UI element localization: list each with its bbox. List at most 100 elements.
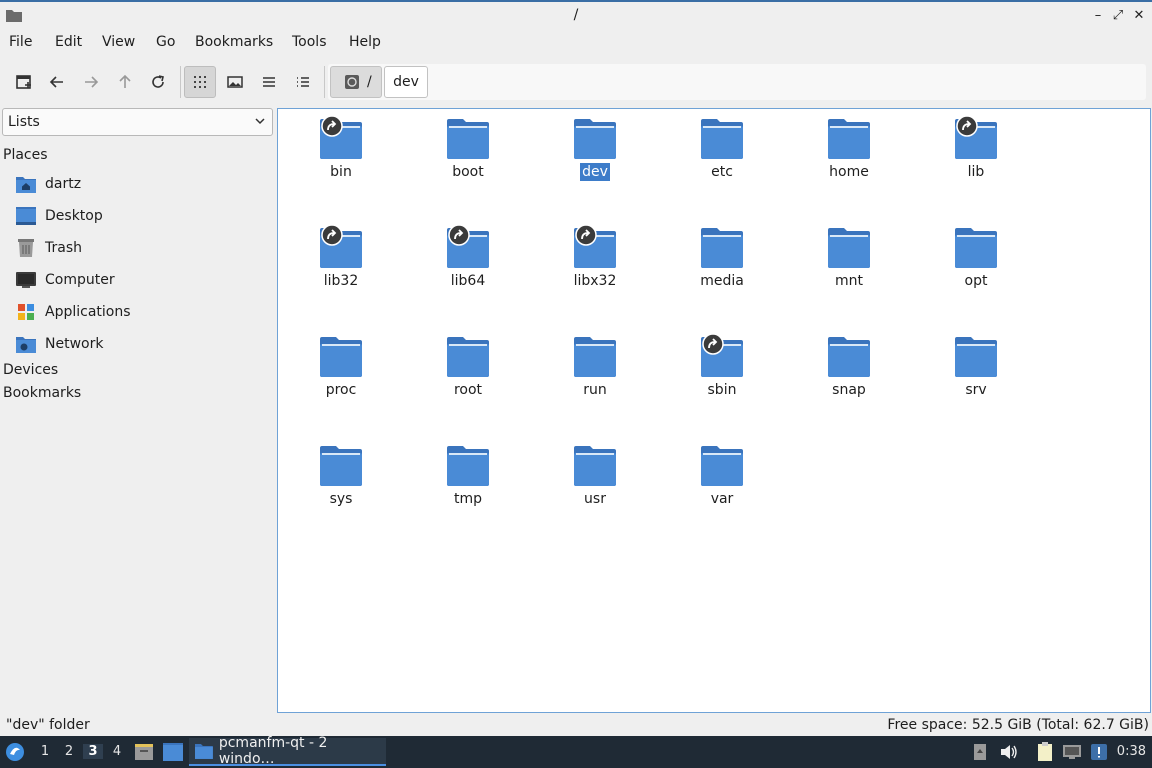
bookmarks-header[interactable]: Bookmarks [3, 385, 81, 401]
clipboard-icon[interactable] [1035, 742, 1055, 762]
folder-icon [701, 119, 743, 159]
folder-icon [828, 119, 870, 159]
folder-name: home [789, 164, 909, 180]
forward-icon[interactable] [75, 66, 107, 98]
folder-name: sys [281, 491, 401, 507]
folder-item[interactable]: lib [916, 111, 1036, 211]
reload-icon[interactable] [142, 66, 174, 98]
folder-name-text: sbin [707, 382, 737, 398]
folder-item[interactable]: etc [662, 111, 782, 211]
thumbnail-view-icon[interactable] [219, 66, 251, 98]
folder-item[interactable]: usr [535, 438, 655, 538]
folder-name-text: tmp [453, 491, 482, 507]
path-root-label: / [367, 74, 372, 90]
folder-item[interactable]: libx32 [535, 220, 655, 320]
folder-icon [828, 337, 870, 377]
side-panel-mode-select[interactable]: Lists [2, 108, 273, 136]
sidebar-item-trash[interactable]: Trash [16, 235, 266, 261]
sidebar-item-label: dartz [45, 176, 82, 192]
menu-file[interactable]: File [9, 34, 32, 50]
menu-edit[interactable]: Edit [55, 34, 82, 50]
desktop-icon [16, 206, 36, 226]
folder-icon [574, 337, 616, 377]
status-bar: "dev" folder Free space: 52.5 GiB (Total… [0, 714, 1152, 736]
folder-item[interactable]: srv [916, 329, 1036, 429]
folder-icon [574, 119, 616, 159]
menu-go[interactable]: Go [156, 34, 175, 50]
folder-name: srv [916, 382, 1036, 398]
folder-name-text: lib32 [323, 273, 359, 289]
minimize-icon[interactable]: – [1090, 8, 1106, 24]
compact-view-icon[interactable] [253, 66, 285, 98]
show-desktop-icon[interactable] [163, 743, 183, 761]
title-bar[interactable]: / – ⤢ ✕ [0, 0, 1152, 30]
detailed-list-icon[interactable] [287, 66, 319, 98]
folder-item[interactable]: dev [535, 111, 655, 211]
desktop-switch-3[interactable]: 3 [83, 744, 103, 759]
desktop-switch-1[interactable]: 1 [35, 744, 55, 759]
symlink-icon [448, 224, 470, 246]
folder-item[interactable]: proc [281, 329, 401, 429]
folder-name-text: libx32 [573, 273, 617, 289]
places-header[interactable]: Places [3, 147, 48, 163]
folder-name: lib64 [408, 273, 528, 289]
file-icon-view[interactable]: bin boot dev etc home lib lib32 lib64 libx32 medi… [277, 108, 1151, 713]
menu-bookmarks[interactable]: Bookmarks [195, 34, 273, 50]
path-root-button[interactable]: / [330, 66, 382, 98]
folder-item[interactable]: tmp [408, 438, 528, 538]
symlink-icon [321, 224, 343, 246]
folder-item[interactable]: opt [916, 220, 1036, 320]
sidebar-item-label: Desktop [45, 208, 103, 224]
sidebar-item-network[interactable]: Network [16, 331, 266, 357]
up-icon[interactable] [109, 66, 141, 98]
folder-item[interactable]: root [408, 329, 528, 429]
sidebar-item-label: Computer [45, 272, 115, 288]
folder-item[interactable]: lib32 [281, 220, 401, 320]
new-tab-icon[interactable] [8, 66, 40, 98]
folder-item[interactable]: boot [408, 111, 528, 211]
drive-eject-icon[interactable] [970, 742, 990, 762]
folder-item[interactable]: bin [281, 111, 401, 211]
folder-name-text: srv [965, 382, 987, 398]
start-menu-icon[interactable] [5, 742, 25, 762]
folder-item[interactable]: run [535, 329, 655, 429]
path-bar: / dev [328, 64, 1146, 100]
path-current-label: dev [393, 74, 419, 90]
folder-name-text: bin [330, 164, 352, 180]
path-current-button[interactable]: dev [384, 66, 428, 98]
folder-item[interactable]: snap [789, 329, 909, 429]
file-manager-launcher-icon[interactable] [134, 742, 154, 762]
folder-name: etc [662, 164, 782, 180]
notification-icon[interactable] [1089, 742, 1109, 762]
folder-item[interactable]: home [789, 111, 909, 211]
volume-icon[interactable] [999, 742, 1019, 762]
network-status-icon[interactable] [1062, 742, 1082, 762]
desktop-switch-2[interactable]: 2 [59, 744, 79, 759]
close-icon[interactable]: ✕ [1131, 8, 1147, 24]
sidebar-item-applications[interactable]: Applications [16, 299, 266, 325]
folder-name-text: opt [964, 273, 988, 289]
task-pcmanfm-button[interactable]: pcmanfm-qt - 2 windo… [189, 735, 386, 767]
folder-item[interactable]: mnt [789, 220, 909, 320]
back-icon[interactable] [41, 66, 73, 98]
menu-view[interactable]: View [102, 34, 135, 50]
maximize-icon[interactable]: ⤢ [1110, 8, 1126, 24]
folder-item[interactable]: media [662, 220, 782, 320]
symlink-icon [702, 333, 724, 355]
sidebar-item-computer[interactable]: Computer [16, 267, 266, 293]
icon-view-icon[interactable] [184, 66, 216, 98]
folder-name-text: boot [452, 164, 484, 180]
menu-help[interactable]: Help [349, 34, 381, 50]
folder-item[interactable]: sys [281, 438, 401, 538]
folder-item[interactable]: sbin [662, 329, 782, 429]
menu-tools[interactable]: Tools [292, 34, 327, 50]
sidebar-item-desktop[interactable]: Desktop [16, 203, 266, 229]
menu-bar: File Edit View Go Bookmarks Tools Help [0, 30, 1152, 56]
devices-header[interactable]: Devices [3, 362, 58, 378]
folder-item[interactable]: var [662, 438, 782, 538]
folder-item[interactable]: lib64 [408, 220, 528, 320]
folder-name-text: dev [580, 163, 610, 181]
sidebar-item-dartz[interactable]: dartz [16, 171, 266, 197]
desktop-switch-4[interactable]: 4 [107, 744, 127, 759]
folder-name: sbin [662, 382, 782, 398]
